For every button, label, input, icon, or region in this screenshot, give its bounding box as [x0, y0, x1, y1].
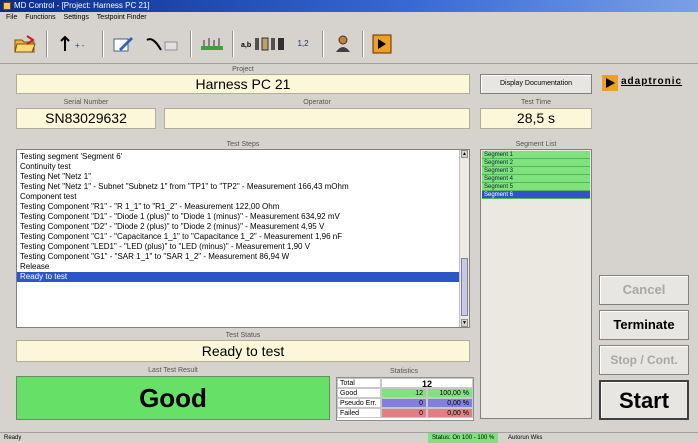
stat-row-percent: 100,00 %	[427, 388, 473, 398]
stat-row-label: Failed	[337, 408, 381, 418]
test-step-item[interactable]: Testing Component "D2" - "Diode 2 (plus)…	[17, 222, 461, 232]
stat-row-count: 12	[381, 388, 427, 398]
test-step-item[interactable]: Testing Net "Netz 1"	[17, 172, 461, 182]
status-bar-left: Ready	[4, 435, 22, 441]
stat-row-percent: 0,00 %	[427, 408, 473, 418]
test-steps-label: Test Steps	[226, 141, 260, 148]
test-step-item[interactable]: Testing Component "R1" - "R 1_1" to "R1_…	[17, 202, 461, 212]
test-step-item[interactable]: Ready to test	[17, 272, 461, 282]
test-step-item[interactable]: Testing Net "Netz 1" - Subnet "Subnetz 1…	[17, 182, 461, 192]
adaptronic-logo: adaptronic	[600, 72, 694, 94]
scroll-down-icon[interactable]: ▼	[461, 319, 468, 327]
last-result-label: Last Test Result	[148, 367, 198, 374]
stat-row: Failed 0 0,00 %	[337, 408, 475, 418]
test-steps-scrollbar[interactable]: ▲ ▼	[459, 150, 469, 327]
menu-testpoint-finder[interactable]: Testpoint Finder	[97, 14, 147, 21]
project-label: Project	[232, 66, 254, 73]
test-time-field: 28,5 s	[480, 108, 592, 129]
testpoint-button[interactable]: + -	[54, 33, 94, 55]
scroll-up-icon[interactable]: ▲	[461, 150, 468, 158]
segment-item[interactable]: Segment 3	[482, 167, 590, 175]
stat-row-percent: 0,00 %	[427, 398, 473, 408]
project-field: Harness PC 21	[16, 74, 470, 94]
status-bar-mode: Status: On 100 - 100 %	[428, 433, 499, 443]
stat-row: Good 12 100,00 %	[337, 388, 475, 398]
play-icon	[372, 34, 392, 54]
test-status-field: Ready to test	[16, 340, 470, 362]
serial-number-field: SN83029632	[16, 108, 156, 129]
title-bar: MD Control - [Project: Harness PC 21]	[0, 0, 698, 12]
operator-label: Operator	[303, 99, 331, 106]
components-button[interactable]: a,b	[238, 33, 290, 55]
last-result-indicator: Good	[16, 376, 330, 420]
segment-item[interactable]: Segment 1	[482, 151, 590, 159]
stop-continue-button[interactable]: Stop / Cont.	[599, 345, 689, 375]
test-step-item[interactable]: Component test	[17, 192, 461, 202]
toolbar: + - a,b 1,2	[0, 23, 698, 64]
serial-label: Serial Number	[63, 99, 109, 106]
folder-open-icon	[14, 35, 36, 53]
test-step-item[interactable]: Testing Component "C1" - "Capacitance 1_…	[17, 232, 461, 242]
statistics-label: Statistics	[389, 368, 418, 375]
edit-button[interactable]	[110, 33, 136, 55]
app-icon	[3, 2, 11, 10]
brand-name: adaptronic	[621, 76, 683, 87]
test-step-item[interactable]: Release	[17, 262, 461, 272]
stat-row-count: 0	[381, 408, 427, 418]
probe-icon	[146, 38, 178, 51]
display-documentation-button[interactable]: Display Documentation	[480, 74, 592, 94]
test-step-item[interactable]: Testing Component "G1" - "SAR 1_1" to "S…	[17, 252, 461, 262]
svg-text:+ -: + -	[75, 41, 85, 50]
user-icon	[336, 35, 350, 52]
test-step-item[interactable]: Continuity test	[17, 162, 461, 172]
stat-total-row: Total 12	[337, 378, 475, 389]
stat-total-value: 12	[381, 378, 473, 389]
stat-total-label: Total	[337, 378, 381, 388]
segment-item[interactable]: Segment 2	[482, 159, 590, 167]
scroll-thumb[interactable]	[461, 258, 468, 316]
probe-arrows-icon: + -	[60, 35, 85, 51]
statistics-table: Total 12 Good 12 100,00 % Pseudo Err. 0 0,00 …	[336, 377, 474, 421]
window-title: MD Control - [Project: Harness PC 21]	[14, 1, 150, 10]
logo-mark-icon	[602, 75, 618, 91]
stat-row: Pseudo Err. 0 0,00 %	[337, 398, 475, 408]
segment-list-label: Segment List	[515, 141, 557, 148]
menu-bar: File Functions Settings Testpoint Finder	[0, 12, 698, 23]
segment-item[interactable]: Segment 5	[482, 183, 590, 191]
open-project-button[interactable]	[12, 33, 38, 55]
test-step-item[interactable]: Testing Component "D1" - "Diode 1 (plus)…	[17, 212, 461, 222]
menu-file[interactable]: File	[6, 14, 17, 21]
pen-icon	[113, 37, 133, 52]
segment-list[interactable]: Segment 1 Segment 2 Segment 3 Segment 4 Segm…	[480, 149, 592, 419]
count-button[interactable]: 1,2	[292, 33, 314, 55]
probe-button[interactable]	[142, 33, 182, 55]
terminate-button[interactable]: Terminate	[599, 310, 689, 340]
stat-row-label: Good	[337, 388, 381, 398]
stat-row-label: Pseudo Err.	[337, 398, 381, 408]
start-button[interactable]: Start	[599, 380, 689, 420]
main-window: MD Control - [Project: Harness PC 21] Fi…	[0, 0, 698, 443]
segment-item[interactable]: Segment 4	[482, 175, 590, 183]
svg-text:a,b: a,b	[241, 42, 251, 49]
menu-functions[interactable]: Functions	[25, 14, 55, 21]
harness-icon	[201, 38, 223, 50]
run-button[interactable]	[370, 33, 394, 55]
test-step-item[interactable]: Testing segment 'Segment 6'	[17, 152, 461, 162]
stat-row-count: 0	[381, 398, 427, 408]
test-steps-list[interactable]: Testing segment 'Segment 6' Continuity te…	[16, 149, 470, 328]
operator-button[interactable]	[330, 33, 356, 55]
status-bar-autorun: Autorun Wks	[508, 435, 543, 441]
harness-button[interactable]	[198, 33, 226, 55]
test-status-label: Test Status	[225, 332, 261, 339]
segment-item[interactable]: Segment 6	[482, 191, 590, 199]
test-time-label: Test Time	[521, 99, 551, 106]
components-icon: a,b	[241, 37, 284, 51]
cancel-button[interactable]: Cancel	[599, 275, 689, 305]
test-step-item[interactable]: Testing Component "LED1" - "LED (plus)" …	[17, 242, 461, 252]
menu-settings[interactable]: Settings	[64, 14, 89, 21]
operator-field	[164, 108, 470, 129]
status-bar: Ready Status: On 100 - 100 % Autorun Wks	[0, 432, 698, 443]
